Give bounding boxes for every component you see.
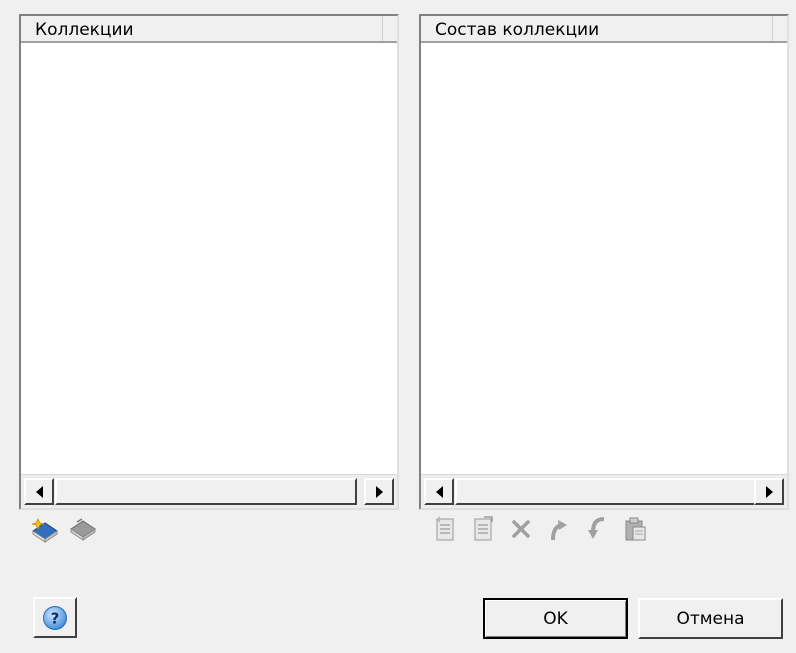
paste-icon[interactable] xyxy=(617,514,653,544)
cancel-button[interactable]: Отмена xyxy=(638,598,783,639)
contents-column-header[interactable]: Состав коллекции xyxy=(421,16,787,43)
collections-list[interactable]: Коллекции xyxy=(19,14,399,510)
ok-button[interactable]: OK xyxy=(483,598,628,639)
scroll-right-button[interactable] xyxy=(754,478,784,505)
contents-header-label: Состав коллекции xyxy=(435,20,600,40)
svg-text:?: ? xyxy=(51,609,60,627)
scroll-left-button[interactable] xyxy=(24,478,54,505)
move-down-icon[interactable] xyxy=(579,514,615,544)
ok-button-label: OK xyxy=(543,608,568,629)
cancel-button-label: Отмена xyxy=(676,608,745,629)
collections-header-label: Коллекции xyxy=(35,20,134,40)
move-up-icon[interactable] xyxy=(541,514,577,544)
edit-item-icon[interactable] xyxy=(465,514,501,544)
delete-item-icon[interactable] xyxy=(503,514,539,544)
new-collection-icon[interactable] xyxy=(27,514,63,544)
help-icon: ? xyxy=(43,605,67,630)
scroll-left-button[interactable] xyxy=(424,478,454,505)
arrow-right-icon xyxy=(375,485,383,498)
delete-collection-icon[interactable] xyxy=(65,514,101,544)
scroll-right-button[interactable] xyxy=(364,478,394,505)
collection-contents-list[interactable]: Состав коллекции xyxy=(419,14,789,510)
arrow-left-icon xyxy=(435,485,443,498)
contents-toolbar xyxy=(427,514,655,544)
add-item-icon[interactable] xyxy=(427,514,463,544)
contents-horizontal-scrollbar[interactable] xyxy=(421,474,787,508)
help-button[interactable]: ? xyxy=(33,597,77,638)
arrow-left-icon xyxy=(35,485,43,498)
collections-column-header[interactable]: Коллекции xyxy=(21,16,397,43)
arrow-right-icon xyxy=(765,485,773,498)
scrollbar-thumb[interactable] xyxy=(455,478,757,505)
scrollbar-thumb[interactable] xyxy=(55,478,357,505)
collections-toolbar xyxy=(27,514,103,544)
collections-horizontal-scrollbar[interactable] xyxy=(21,474,397,508)
